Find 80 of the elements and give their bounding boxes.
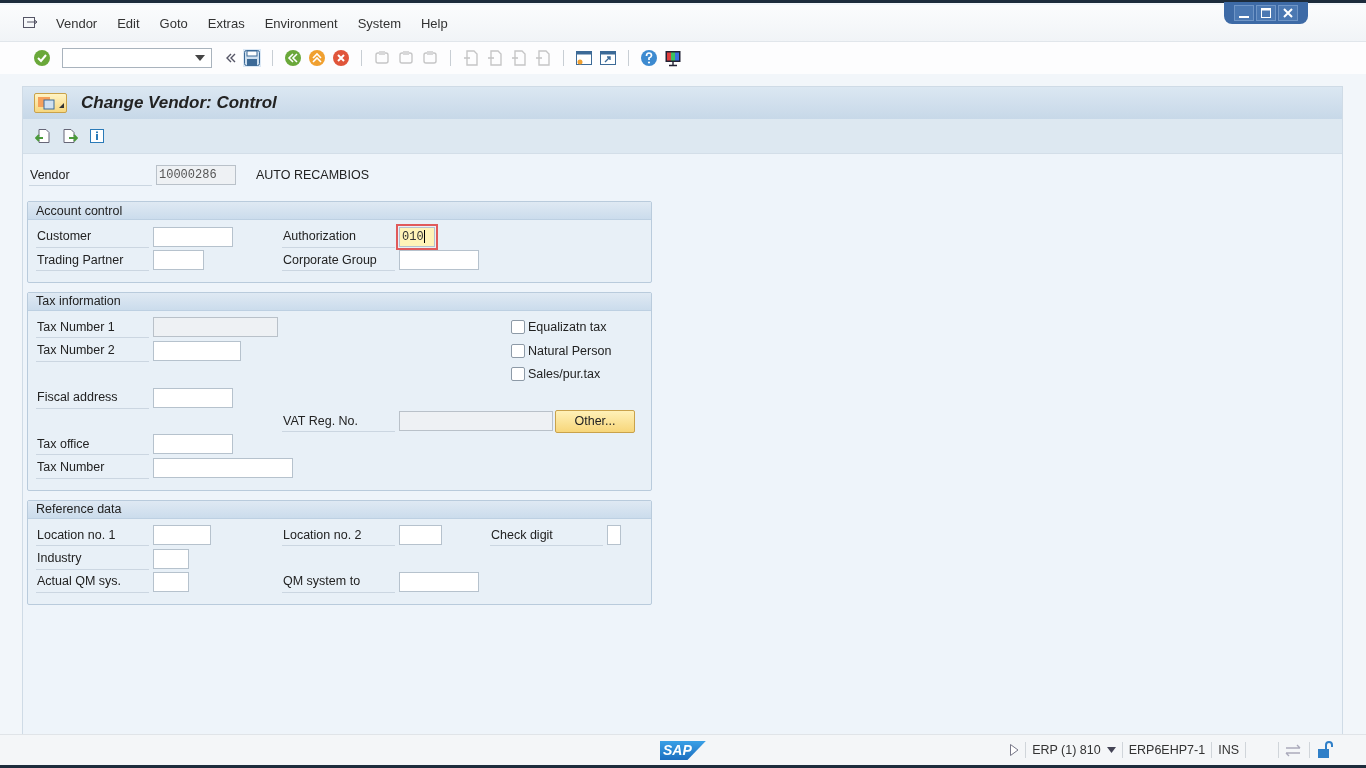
checkbox-label: Sales/pur.tax bbox=[528, 367, 601, 382]
field-label: Authorization bbox=[282, 225, 395, 248]
info-icon[interactable] bbox=[89, 128, 105, 144]
menu-item[interactable]: Goto bbox=[159, 15, 188, 31]
monitor-icon[interactable] bbox=[664, 49, 682, 67]
field-label: Location no. 2 bbox=[282, 524, 395, 547]
lock-icon[interactable] bbox=[1316, 741, 1334, 759]
field-label: Customer bbox=[36, 225, 149, 248]
dropdown-icon[interactable] bbox=[195, 55, 205, 61]
field-label: Tax Number 1 bbox=[36, 316, 149, 339]
exit-icon[interactable] bbox=[308, 49, 326, 67]
previous-page-icon[interactable] bbox=[35, 128, 51, 144]
sap-logo: SAP bbox=[660, 741, 706, 760]
group-title: Reference data bbox=[28, 500, 651, 519]
input-field[interactable] bbox=[153, 525, 211, 546]
play-icon[interactable] bbox=[1009, 743, 1020, 757]
input-field[interactable] bbox=[153, 387, 233, 408]
input-field[interactable] bbox=[399, 525, 442, 546]
field-label: Trading Partner bbox=[36, 249, 149, 272]
checkbox-label: Equalizatn tax bbox=[528, 320, 607, 335]
maximize-icon[interactable] bbox=[1256, 5, 1276, 21]
shortcut-icon[interactable] bbox=[599, 49, 617, 67]
field-label: Location no. 1 bbox=[36, 524, 149, 547]
field-label: Tax Number bbox=[36, 456, 149, 479]
input-field[interactable] bbox=[399, 250, 479, 271]
input-field[interactable]: 010 bbox=[399, 226, 435, 247]
field-label: Tax office bbox=[36, 433, 149, 456]
checkbox[interactable] bbox=[511, 367, 525, 382]
back-icon[interactable] bbox=[284, 49, 302, 67]
group-title: Tax information bbox=[28, 292, 651, 311]
collapse-icon[interactable] bbox=[225, 52, 237, 64]
field-label: Fiscal address bbox=[36, 386, 149, 409]
help-icon[interactable] bbox=[640, 49, 658, 67]
checkbox[interactable] bbox=[511, 343, 525, 358]
input-field[interactable] bbox=[399, 572, 479, 592]
input-mode: INS bbox=[1218, 743, 1239, 757]
menu-item[interactable]: Vendor bbox=[56, 15, 98, 31]
close-icon[interactable] bbox=[1278, 5, 1298, 21]
minimize-icon[interactable] bbox=[1234, 5, 1254, 21]
input-field[interactable] bbox=[607, 525, 621, 546]
enter-icon[interactable] bbox=[33, 49, 51, 67]
screen-title: Change Vendor: Control bbox=[81, 93, 277, 113]
connection-icon[interactable] bbox=[1285, 743, 1303, 757]
menu-item[interactable]: Environment bbox=[264, 15, 338, 31]
caret-icon bbox=[59, 103, 64, 108]
input-field[interactable] bbox=[153, 457, 293, 478]
field-label: Tax Number 2 bbox=[36, 339, 149, 362]
cancel-icon[interactable] bbox=[332, 49, 350, 67]
field-label: Actual QM sys. bbox=[36, 571, 149, 593]
menu-item[interactable]: System bbox=[357, 15, 401, 31]
menu-icon[interactable] bbox=[22, 16, 38, 30]
system-info: ERP (1) 810 bbox=[1032, 743, 1101, 757]
input-field[interactable] bbox=[153, 434, 233, 455]
dropdown-icon[interactable] bbox=[1106, 747, 1116, 753]
input-field[interactable] bbox=[153, 226, 233, 247]
checkbox[interactable] bbox=[511, 320, 525, 335]
input-field[interactable] bbox=[153, 250, 204, 271]
input-field[interactable] bbox=[153, 548, 189, 569]
field-label: Check digit bbox=[490, 524, 603, 547]
field-label: VAT Reg. No. bbox=[282, 410, 395, 433]
other-button[interactable]: Other... bbox=[555, 409, 635, 433]
checkbox-label: Natural Person bbox=[528, 343, 612, 358]
next-page-icon[interactable] bbox=[62, 128, 78, 144]
server-name: ERP6EHP7-1 bbox=[1128, 743, 1206, 757]
field-label: Corporate Group bbox=[282, 249, 395, 272]
field-label: QM system to bbox=[282, 571, 395, 593]
menu-item[interactable]: Edit bbox=[117, 15, 140, 31]
input-field[interactable] bbox=[153, 572, 189, 592]
save-icon[interactable] bbox=[243, 49, 261, 67]
screen-menu-button[interactable] bbox=[34, 93, 67, 113]
vendor-name: AUTO RECAMBIOS bbox=[256, 168, 369, 182]
menu-item[interactable]: Help bbox=[420, 15, 448, 31]
field-label: Industry bbox=[36, 547, 149, 570]
group-title: Account control bbox=[28, 202, 651, 220]
input-field[interactable] bbox=[153, 340, 241, 361]
field-label: Vendor bbox=[29, 164, 152, 186]
command-field[interactable] bbox=[62, 48, 212, 68]
new-session-icon[interactable] bbox=[575, 49, 593, 67]
windows-icon bbox=[37, 95, 57, 111]
menu-item[interactable]: Extras bbox=[207, 15, 245, 31]
